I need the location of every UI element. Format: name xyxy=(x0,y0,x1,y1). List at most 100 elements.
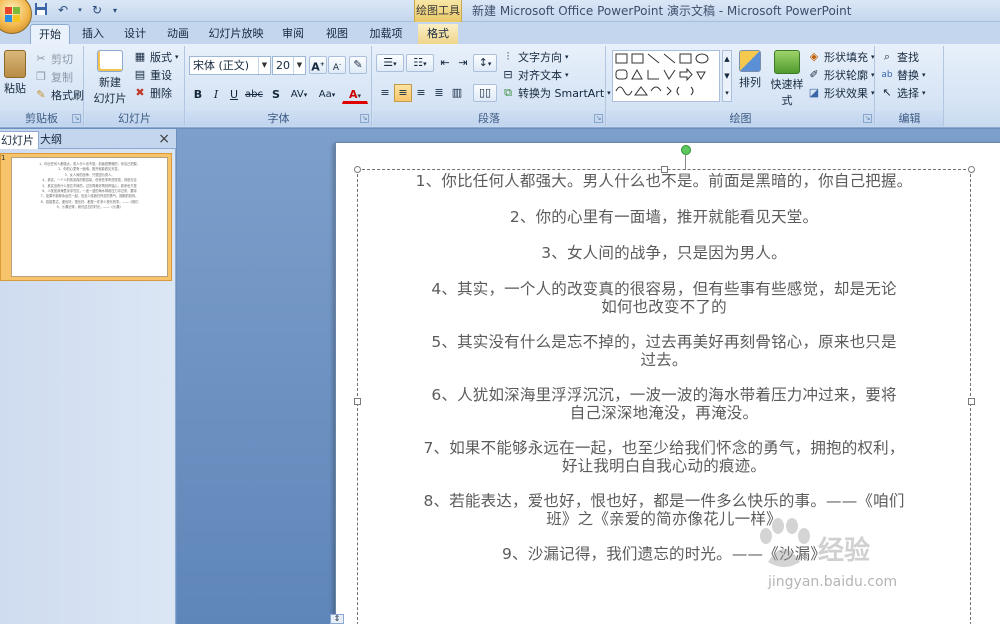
char-spacing-label: AV xyxy=(290,89,304,100)
align-center-button[interactable]: ≡ xyxy=(394,84,412,102)
char-spacing-button[interactable]: AV▾ xyxy=(286,86,312,104)
font-color-button[interactable]: A▾ xyxy=(342,86,368,104)
format-painter-button[interactable]: ✎ 格式刷 xyxy=(34,86,84,104)
slide-thumbnail-selected[interactable]: 1 1、你比任何人都强大。男人什么也不是。前面是黑暗的，你自己把握。 2、你的心… xyxy=(0,153,172,281)
distributed-button[interactable]: ▥ xyxy=(448,84,466,102)
tab-format[interactable]: 格式 xyxy=(418,24,458,44)
shapes-gallery[interactable] xyxy=(612,50,720,102)
undo-icon[interactable]: ↶ xyxy=(54,2,72,19)
align-text-button[interactable]: ⊟ 对齐文本 ▾ xyxy=(501,66,568,84)
slide-thumbnail[interactable]: 1、你比任何人都强大。男人什么也不是。前面是黑暗的，你自己把握。 2、你的心里有… xyxy=(11,157,168,277)
reset-button[interactable]: ▤ 重设 xyxy=(133,66,172,84)
cut-button[interactable]: ✂ 剪切 xyxy=(34,50,73,68)
tab-slides[interactable]: 幻灯片 xyxy=(0,131,39,149)
tab-addins[interactable]: 加载项 xyxy=(366,24,406,44)
slides-pane-tabs: 幻灯片 大纲 × xyxy=(0,129,176,149)
quick-styles-button[interactable]: 快速样式 xyxy=(767,50,807,108)
group-font: 宋体 (正文) ▼ 20 ▼ A+ A- ✎ B I U abc S AV▾ Aa▾… xyxy=(186,46,372,126)
shape-fill-button[interactable]: ◈ 形状填充 ▾ xyxy=(807,48,875,66)
paste-button[interactable]: 粘贴 xyxy=(2,50,28,96)
slide-body-text[interactable]: 1、你比任何人都强大。男人什么也不是。前面是黑暗的，你自己把握。 2、你的心里有… xyxy=(358,170,970,563)
undo-dropdown-icon[interactable]: ▾ xyxy=(76,2,84,19)
tab-animation[interactable]: 动画 xyxy=(163,24,193,44)
tab-slideshow[interactable]: 幻灯片放映 xyxy=(206,24,266,44)
paw-logo-icon xyxy=(760,518,810,567)
new-slide-button[interactable]: 新建 幻灯片 xyxy=(87,50,133,106)
bullets-icon: ☰ xyxy=(383,56,394,69)
find-button[interactable]: ⌕ 查找 xyxy=(880,48,919,66)
watermark-brand: 经验 xyxy=(818,536,871,566)
line-spacing-button[interactable]: ↕▾ xyxy=(473,54,497,72)
text-direction-icon: ⫶ xyxy=(506,50,510,63)
font-size-combo[interactable]: 20 ▼ xyxy=(272,56,306,75)
arrange-button[interactable]: 排列 xyxy=(735,50,765,90)
close-pane-icon[interactable]: × xyxy=(158,131,170,147)
notes-splitter-handle[interactable]: ⇕ xyxy=(330,614,344,624)
italic-button[interactable]: I xyxy=(207,86,225,104)
shape-fill-label: 形状填充 xyxy=(824,51,868,64)
tab-outline[interactable]: 大纲 xyxy=(36,131,66,149)
replace-button[interactable]: ab 替换 ▾ xyxy=(880,66,925,84)
text-line: 5、其实没有什么是忘不掉的，过去再美好再刻骨铭心，原来也只是 xyxy=(431,333,897,351)
bold-button[interactable]: B xyxy=(189,86,207,104)
rotation-handle-stem xyxy=(685,155,686,170)
underline-button[interactable]: U xyxy=(225,86,243,104)
strikethrough-button[interactable]: abc xyxy=(243,86,265,104)
shrink-font-button[interactable]: A- xyxy=(328,56,346,74)
customize-qat-icon[interactable]: ▾ xyxy=(110,2,120,19)
tab-review[interactable]: 审阅 xyxy=(278,24,308,44)
format-painter-icon: ✎ xyxy=(36,88,46,101)
group-label-slides: 幻灯片 xyxy=(85,111,184,126)
grow-font-button[interactable]: A+ xyxy=(309,56,327,74)
window-title: 新建 Microsoft Office PowerPoint 演示文稿 - Mi… xyxy=(472,4,852,18)
font-name-combo[interactable]: 宋体 (正文) ▼ xyxy=(189,56,271,75)
layout-label: 版式 xyxy=(150,51,172,64)
shape-outline-button[interactable]: ✐ 形状轮廓 ▾ xyxy=(807,66,874,84)
new-slide-label-1: 新建 xyxy=(99,76,121,89)
save-icon[interactable] xyxy=(32,2,50,19)
pen-outline-icon: ✐ xyxy=(809,68,819,81)
shape-effects-icon: ◪ xyxy=(808,86,820,99)
delete-icon: ✖ xyxy=(135,86,145,99)
shadow-button[interactable]: S xyxy=(267,86,285,104)
slide-number: 1 xyxy=(1,154,6,162)
delete-slide-button[interactable]: ✖ 删除 xyxy=(133,84,172,102)
tab-home[interactable]: 开始 xyxy=(30,24,70,44)
tab-insert[interactable]: 插入 xyxy=(78,24,108,44)
change-case-button[interactable]: Aa▾ xyxy=(314,86,340,104)
numbering-button[interactable]: ☷▾ xyxy=(406,54,434,72)
text-direction-button[interactable]: ⫶ 文字方向 ▾ xyxy=(501,48,569,66)
increase-indent-button[interactable]: ⇥ xyxy=(454,54,472,72)
chevron-down-icon[interactable]: ▼ xyxy=(293,57,305,74)
tab-design[interactable]: 设计 xyxy=(120,24,150,44)
layout-button[interactable]: ▦ 版式 ▾ xyxy=(133,48,179,66)
shape-effects-button[interactable]: ◪ 形状效果 ▾ xyxy=(807,84,875,102)
group-label-clipboard: 剪贴板 xyxy=(0,111,83,126)
align-right-button[interactable]: ≡ xyxy=(412,84,430,102)
drawing-launcher-icon[interactable]: ↘ xyxy=(863,114,872,123)
paint-bucket-icon: ◈ xyxy=(809,50,819,63)
paragraph-4: 4、其实，一个人的改变真的很容易，但有些事有些感觉，却是无论 如何也改变不了的 xyxy=(366,280,962,316)
shapes-gallery-scroll[interactable]: ▲ ▼ ▾ xyxy=(722,50,732,102)
paragraph-3: 3、女人间的战争，只是因为男人。 xyxy=(366,244,962,262)
paragraph-launcher-icon[interactable]: ↘ xyxy=(594,114,603,123)
increase-indent-icon: ⇥ xyxy=(458,56,468,69)
layout-icon: ▦ xyxy=(134,50,146,63)
align-left-button[interactable]: ≡ xyxy=(376,84,394,102)
clear-formatting-button[interactable]: ✎ xyxy=(349,56,367,74)
justify-button[interactable]: ≣ xyxy=(430,84,448,102)
columns-button[interactable]: ▯▯ xyxy=(473,84,497,102)
ribbon-tabs: 开始 插入 设计 动画 幻灯片放映 审阅 视图 加载项 格式 xyxy=(0,22,1000,44)
convert-smartart-button[interactable]: ⧉ 转换为 SmartArt ▾ xyxy=(501,84,611,102)
select-button[interactable]: ↖ 选择 ▾ xyxy=(880,84,925,102)
bullets-button[interactable]: ☰▾ xyxy=(376,54,404,72)
chevron-down-icon[interactable]: ▼ xyxy=(258,57,270,74)
redo-icon[interactable]: ↻ xyxy=(88,2,106,19)
clipboard-launcher-icon[interactable]: ↘ xyxy=(72,114,81,123)
format-painter-label: 格式刷 xyxy=(51,89,84,102)
rotation-handle[interactable] xyxy=(681,145,691,155)
decrease-indent-button[interactable]: ⇤ xyxy=(436,54,454,72)
font-launcher-icon[interactable]: ↘ xyxy=(360,114,369,123)
copy-button[interactable]: ❐ 复制 xyxy=(34,68,73,86)
tab-view[interactable]: 视图 xyxy=(322,24,352,44)
